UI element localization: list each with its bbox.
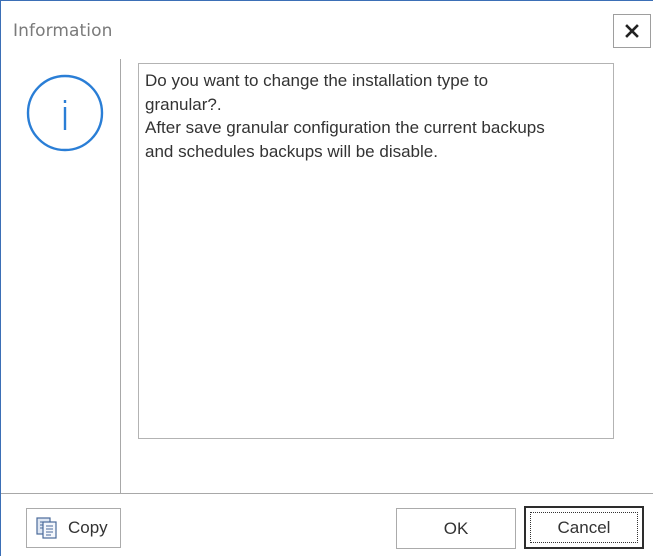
cancel-button-label: Cancel [557,517,611,537]
copy-button-label: Copy [68,518,108,537]
information-dialog: Information Do you want to change the in… [0,0,653,556]
message-textbox[interactable]: Do you want to change the installation t… [138,63,614,439]
icon-pane [1,59,121,493]
dialog-title: Information [13,21,113,41]
close-icon [625,24,639,38]
cancel-button[interactable]: Cancel [524,506,644,549]
message-line: granular?. [145,94,222,114]
copy-button[interactable]: Copy [26,508,121,548]
message-line: Do you want to change the installation t… [145,71,489,90]
ok-button-label: OK [443,518,469,538]
info-icon [26,74,104,152]
message-line: and schedules backups will be disable. [145,141,438,161]
close-button[interactable] [613,14,651,48]
ok-button[interactable]: OK [396,508,516,549]
bottom-divider [1,493,653,494]
copy-icon [36,517,57,539]
title-bar: Information [1,1,653,59]
message-line: After save granular configuration the cu… [145,118,545,137]
